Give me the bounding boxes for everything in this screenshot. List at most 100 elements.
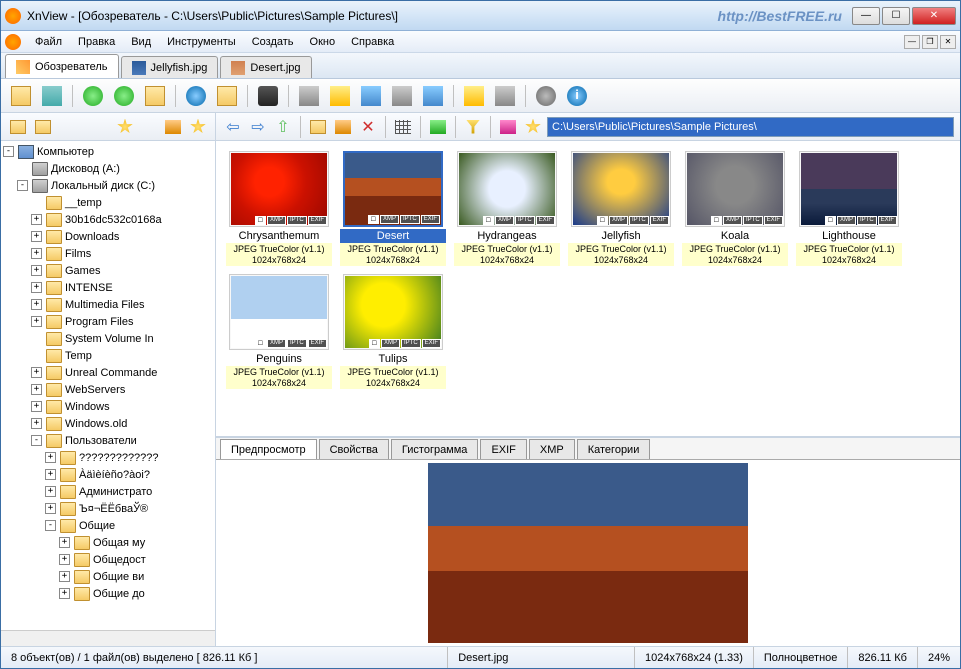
mdi-minimize-button[interactable]: — xyxy=(904,35,920,49)
thumbnail[interactable]: ☐XMPIPTCEXIFLighthouseJPEG TrueColor (v1… xyxy=(796,151,902,266)
fav2-button[interactable] xyxy=(187,116,209,138)
tree-folder[interactable]: +Àäìèíèño?àoi? xyxy=(3,466,213,483)
address-input[interactable] xyxy=(547,117,954,137)
tree-folder[interactable]: +INTENSE xyxy=(3,279,213,296)
preview-tab[interactable]: XMP xyxy=(529,439,575,459)
tree-folder[interactable]: +Films xyxy=(3,245,213,262)
menu-item[interactable]: Правка xyxy=(70,33,123,51)
info-button[interactable]: i xyxy=(563,82,591,110)
menu-item[interactable]: Файл xyxy=(27,33,70,51)
thumbnail[interactable]: ☐XMPIPTCEXIFTulipsJPEG TrueColor (v1.1)1… xyxy=(340,274,446,389)
checkbox-icon[interactable]: ☐ xyxy=(255,339,266,348)
tree-expand-icon[interactable]: + xyxy=(31,248,42,259)
tree-folder[interactable]: +Общие ви xyxy=(3,568,213,585)
document-tab[interactable]: Jellyfish.jpg xyxy=(121,56,219,78)
mdi-close-button[interactable]: ✕ xyxy=(940,35,956,49)
web-button[interactable] xyxy=(182,82,210,110)
tree-folder[interactable]: Temp xyxy=(3,347,213,364)
tree-drive-a[interactable]: Дисковод (A:) xyxy=(3,160,213,177)
menu-item[interactable]: Инструменты xyxy=(159,33,244,51)
thumbnail[interactable]: ☐XMPIPTCEXIFKoalaJPEG TrueColor (v1.1)10… xyxy=(682,151,788,266)
tree-folder[interactable]: +WebServers xyxy=(3,381,213,398)
tree-toggle-button[interactable] xyxy=(32,116,54,138)
tree-folder[interactable]: +Общедост xyxy=(3,551,213,568)
tree-folder[interactable]: -Пользователи xyxy=(3,432,213,449)
layout-button[interactable] xyxy=(7,116,29,138)
tree-expand-icon[interactable]: + xyxy=(31,418,42,429)
new-folder-button[interactable] xyxy=(307,116,329,138)
settings-button[interactable] xyxy=(532,82,560,110)
maximize-button[interactable]: ☐ xyxy=(882,7,910,25)
tree-folder[interactable]: +Ъ¤¬Ё­ЁбваЎ® xyxy=(3,500,213,517)
preview-tab[interactable]: Гистограмма xyxy=(391,439,479,459)
tree-scrollbar[interactable] xyxy=(1,630,215,646)
checkbox-icon[interactable]: ☐ xyxy=(368,215,379,224)
menu-item[interactable]: Справка xyxy=(343,33,402,51)
tree-expand-icon[interactable]: + xyxy=(45,486,56,497)
tree-expand-icon[interactable]: + xyxy=(45,452,56,463)
preview-tab[interactable]: Предпросмотр xyxy=(220,439,317,459)
reload-button[interactable] xyxy=(110,82,138,110)
thumbnail[interactable]: ☐XMPIPTCEXIFDesertJPEG TrueColor (v1.1)1… xyxy=(340,151,446,266)
tree-expand-icon[interactable]: + xyxy=(31,299,42,310)
tree-expand-icon[interactable]: + xyxy=(31,401,42,412)
tree-expand-icon[interactable]: + xyxy=(45,503,56,514)
checkbox-icon[interactable]: ☐ xyxy=(483,216,494,225)
tree-root[interactable]: -Компьютер xyxy=(3,143,213,160)
document-tab[interactable]: Desert.jpg xyxy=(220,56,311,78)
back-button[interactable]: ⇦ xyxy=(222,116,244,138)
copy-button[interactable] xyxy=(460,82,488,110)
preview-tab[interactable]: Категории xyxy=(577,439,651,459)
capture-button[interactable] xyxy=(388,82,416,110)
tree-expand-icon[interactable]: + xyxy=(31,214,42,225)
tree-expand-icon[interactable]: + xyxy=(31,231,42,242)
tree-folder[interactable]: +30b16dc532c0168a xyxy=(3,211,213,228)
menu-item[interactable]: Вид xyxy=(123,33,159,51)
checkbox-icon[interactable]: ☐ xyxy=(255,216,266,225)
refresh-button[interactable] xyxy=(79,82,107,110)
acquire-button[interactable] xyxy=(419,82,447,110)
clipboard-button[interactable] xyxy=(162,116,184,138)
thumbnail[interactable]: ☐XMPIPTCEXIFJellyfishJPEG TrueColor (v1.… xyxy=(568,151,674,266)
tree-expand-icon[interactable]: + xyxy=(31,384,42,395)
tree-expand-icon[interactable]: + xyxy=(31,367,42,378)
document-tab[interactable]: Обозреватель xyxy=(5,54,119,78)
delete-button[interactable]: ✕ xyxy=(357,116,379,138)
convert-button[interactable] xyxy=(357,82,385,110)
tree-expand-icon[interactable]: + xyxy=(59,571,70,582)
tree-expand-icon[interactable]: + xyxy=(59,537,70,548)
sort-button[interactable] xyxy=(427,116,449,138)
tree-folder[interactable]: +Games xyxy=(3,262,213,279)
tree-folder[interactable]: +Общая му xyxy=(3,534,213,551)
tree-expand-icon[interactable]: + xyxy=(31,282,42,293)
search-button[interactable] xyxy=(254,82,282,110)
tree-folder[interactable]: +Windows.old xyxy=(3,415,213,432)
preview-tab[interactable]: EXIF xyxy=(480,439,526,459)
menu-item[interactable]: Создать xyxy=(244,33,302,51)
tree-expand-icon[interactable]: + xyxy=(59,554,70,565)
rename-button[interactable] xyxy=(332,116,354,138)
menu-item[interactable]: Окно xyxy=(302,33,344,51)
checkbox-icon[interactable]: ☐ xyxy=(825,216,836,225)
slideshow-button[interactable] xyxy=(326,82,354,110)
filter-button[interactable] xyxy=(462,116,484,138)
folder-tree[interactable]: -КомпьютерДисковод (A:)-Локальный диск (… xyxy=(1,141,215,630)
tree-folder[interactable]: +Unreal Commande xyxy=(3,364,213,381)
checkbox-icon[interactable]: ☐ xyxy=(711,216,722,225)
thumbnail-area[interactable]: ☐XMPIPTCEXIFChrysanthemumJPEG TrueColor … xyxy=(216,141,960,436)
favorites-add-button[interactable] xyxy=(141,82,169,110)
tree-folder[interactable]: +Общие до xyxy=(3,585,213,602)
fullscreen-button[interactable] xyxy=(38,82,66,110)
tree-folder[interactable]: +Администрато xyxy=(3,483,213,500)
tree-expand-icon[interactable]: - xyxy=(17,180,28,191)
tree-expand-icon[interactable]: + xyxy=(31,316,42,327)
tree-folder[interactable]: -Общие xyxy=(3,517,213,534)
folder-button[interactable] xyxy=(213,82,241,110)
close-button[interactable]: ✕ xyxy=(912,7,956,25)
tree-expand-icon[interactable]: + xyxy=(45,469,56,480)
tree-expand-icon[interactable]: - xyxy=(31,435,42,446)
thumbnail[interactable]: ☐XMPIPTCEXIFPenguinsJPEG TrueColor (v1.1… xyxy=(226,274,332,389)
preview-tab[interactable]: Свойства xyxy=(319,439,389,459)
tag-button[interactable] xyxy=(497,116,519,138)
paste-button[interactable] xyxy=(491,82,519,110)
